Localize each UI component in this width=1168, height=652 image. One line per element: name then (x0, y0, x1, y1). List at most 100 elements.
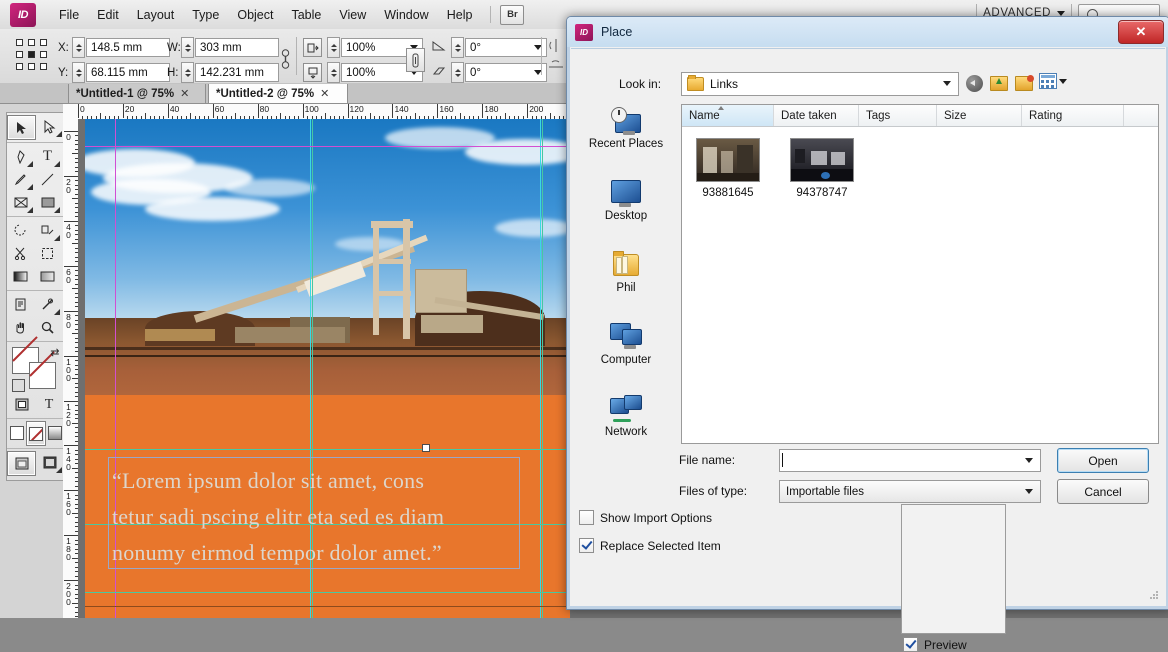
menu-help[interactable]: Help (438, 4, 482, 26)
place-item-computer[interactable]: Computer (577, 320, 675, 392)
rotation-combo[interactable]: 0° (465, 38, 547, 57)
column-header-size[interactable]: Size (937, 105, 1022, 126)
up-one-level-button[interactable] (989, 73, 1009, 93)
constrain-proportions-wh-icon[interactable] (277, 48, 294, 69)
gradient-swatch-tool[interactable] (7, 265, 34, 288)
container-formatting-toggle[interactable] (9, 393, 36, 416)
document-tab-untitled-2[interactable]: *Untitled-2 @ 75% ✕ (208, 84, 348, 103)
pen-tool[interactable] (7, 145, 34, 168)
pencil-tool[interactable] (7, 168, 34, 191)
column-header-extra[interactable] (1124, 105, 1156, 126)
close-icon[interactable]: ✕ (320, 87, 329, 100)
y-input[interactable]: 68.115 mm (86, 63, 170, 82)
constrain-scale-proportions-icon[interactable] (406, 48, 425, 72)
quote-line-2: tetur sadi pscing elitr eta sed es diam (112, 504, 445, 529)
views-button[interactable] (1039, 73, 1067, 89)
menu-file[interactable]: File (50, 4, 88, 26)
close-icon[interactable]: ✕ (1118, 20, 1164, 44)
cancel-button[interactable]: Cancel (1057, 479, 1149, 504)
menu-layout[interactable]: Layout (128, 4, 184, 26)
replace-selected-item-checkbox[interactable]: Replace Selected Item (579, 538, 721, 553)
shear-combo[interactable]: 0° (465, 63, 547, 82)
menu-type[interactable]: Type (183, 4, 228, 26)
swap-fill-stroke-icon[interactable]: ⇄ (50, 346, 59, 359)
scale-x-stepper[interactable] (327, 37, 340, 58)
file-item[interactable]: 93881645 (690, 138, 766, 454)
normal-view-mode-button[interactable] (7, 451, 36, 476)
h-input[interactable]: 142.231 mm (195, 63, 279, 82)
scissors-tool[interactable] (7, 242, 34, 265)
reference-point-selector[interactable] (16, 39, 50, 73)
vertical-ruler[interactable]: 0 20 40 60 80 100 120 140 160 180 200 (63, 119, 79, 618)
h-stepper[interactable] (181, 62, 194, 83)
preview-checkbox[interactable]: Preview (903, 637, 967, 652)
selection-handle[interactable] (422, 444, 430, 452)
zoom-tool[interactable] (34, 316, 61, 339)
flip-vertical-icon[interactable] (548, 60, 564, 78)
back-button[interactable] (964, 73, 984, 93)
menu-view[interactable]: View (330, 4, 375, 26)
stroke-swatch[interactable] (28, 351, 56, 389)
selection-tool[interactable] (7, 115, 36, 140)
eyedropper-tool[interactable] (34, 293, 61, 316)
menu-window[interactable]: Window (375, 4, 437, 26)
menu-edit[interactable]: Edit (88, 4, 128, 26)
new-folder-button[interactable] (1014, 73, 1034, 93)
w-input[interactable]: 303 mm (195, 38, 279, 57)
type-tool[interactable]: T (34, 145, 61, 168)
menu-table[interactable]: Table (282, 4, 330, 26)
rectangle-tool[interactable] (34, 191, 61, 214)
hand-tool[interactable] (7, 316, 34, 339)
scale-tool[interactable] (34, 219, 61, 242)
apply-color-button[interactable] (8, 421, 26, 444)
frame-tool[interactable] (7, 191, 34, 214)
place-item-recent-places[interactable]: Recent Places (577, 104, 675, 176)
apply-gradient-button[interactable] (46, 421, 64, 444)
line-tool[interactable] (34, 168, 61, 191)
close-icon[interactable]: ✕ (180, 87, 189, 100)
scale-y-stepper[interactable] (327, 62, 340, 83)
files-of-type-combo[interactable]: Importable files (779, 480, 1041, 503)
open-button[interactable]: Open (1057, 448, 1149, 473)
column-header-rating[interactable]: Rating (1022, 105, 1124, 126)
placed-image-mining-photo[interactable] (85, 119, 570, 395)
file-item[interactable]: 94378747 (784, 138, 860, 454)
place-item-network[interactable]: Network (577, 392, 675, 464)
column-header-name[interactable]: Name (682, 105, 774, 126)
menu-object[interactable]: Object (228, 4, 282, 26)
column-header-tags[interactable]: Tags (859, 105, 937, 126)
w-stepper[interactable] (181, 37, 194, 58)
file-list[interactable]: Name Date taken Tags Size Rating 9388164… (681, 104, 1159, 444)
bridge-button[interactable]: Br (500, 4, 525, 25)
rotate-tool[interactable] (7, 219, 34, 242)
gradient-feather-tool[interactable] (34, 265, 61, 288)
fill-and-stroke-swatches[interactable]: ⇄ (11, 336, 60, 392)
place-dialog[interactable]: ID Place ✕ Look in: Links Recent Places … (566, 16, 1168, 652)
document-page[interactable]: “Lorem ipsum dolor sit amet, cons tetur … (85, 119, 570, 618)
rotation-stepper[interactable] (451, 37, 464, 58)
column-header-date-taken[interactable]: Date taken (774, 105, 859, 126)
resize-grip[interactable] (1149, 590, 1159, 600)
look-in-combo[interactable]: Links (681, 72, 959, 96)
document-tab-untitled-1[interactable]: *Untitled-1 @ 75% ✕ (68, 84, 206, 103)
x-input[interactable]: 148.5 mm (86, 38, 170, 57)
place-item-desktop[interactable]: Desktop (577, 176, 675, 248)
quote-text-block[interactable]: “Lorem ipsum dolor sit amet, cons tetur … (112, 463, 532, 571)
checkbox-label: Show Import Options (600, 510, 713, 525)
direct-selection-tool[interactable] (36, 115, 63, 138)
preview-mode-button[interactable] (36, 451, 63, 474)
shear-stepper[interactable] (451, 62, 464, 83)
text-formatting-toggle[interactable]: T (36, 393, 63, 416)
free-transform-tool[interactable] (34, 242, 61, 265)
file-name-input[interactable] (779, 449, 1041, 472)
y-stepper[interactable] (72, 62, 85, 83)
note-tool[interactable] (7, 293, 34, 316)
default-fill-stroke-icon[interactable] (11, 379, 25, 392)
x-stepper[interactable] (72, 37, 85, 58)
dialog-title-bar[interactable]: ID Place ✕ (567, 17, 1168, 47)
show-import-options-checkbox[interactable]: Show Import Options (579, 510, 712, 525)
flip-horizontal-icon[interactable] (548, 38, 564, 56)
file-list-items: 93881645 94378747 (682, 126, 1166, 454)
apply-none-button[interactable] (25, 421, 46, 446)
place-item-phil[interactable]: Phil (577, 248, 675, 320)
